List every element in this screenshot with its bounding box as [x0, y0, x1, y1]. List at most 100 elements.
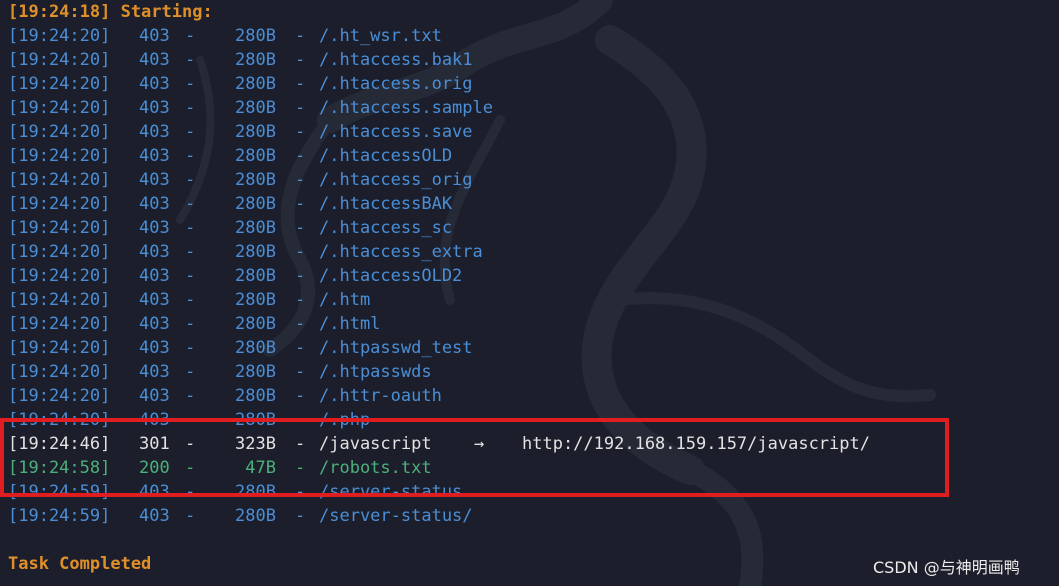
row-size: 280B — [235, 26, 276, 46]
row-separator: - — [295, 506, 306, 526]
row-size: 280B — [235, 98, 276, 118]
row-timestamp: [19:24:20] — [8, 74, 111, 94]
row-separator: - — [295, 410, 306, 430]
row-size: 280B — [235, 266, 276, 286]
row-status-code: 403 — [139, 338, 170, 358]
row-path: /.htm — [319, 290, 371, 310]
row-dash: - — [185, 122, 196, 142]
row-timestamp: [19:24:20] — [8, 194, 111, 214]
row-separator: - — [295, 458, 306, 478]
redirect-arrow-icon: → — [474, 434, 485, 454]
row-timestamp: [19:24:59] — [8, 482, 111, 502]
row-dash: - — [185, 266, 196, 286]
row-dash: - — [185, 434, 196, 454]
row-dash: - — [185, 290, 196, 310]
row-dash: - — [185, 50, 196, 70]
row-separator: - — [295, 266, 306, 286]
row-path: /.htaccess.save — [319, 122, 473, 142]
row-timestamp: [19:24:20] — [8, 314, 111, 334]
row-separator: - — [295, 98, 306, 118]
row-path: /.htaccess.orig — [319, 74, 473, 94]
row-size: 280B — [235, 314, 276, 334]
row-separator: - — [295, 314, 306, 334]
row-separator: - — [295, 290, 306, 310]
row-dash: - — [185, 458, 196, 478]
row-status-code: 403 — [139, 482, 170, 502]
row-size: 280B — [235, 338, 276, 358]
row-timestamp: [19:24:20] — [8, 386, 111, 406]
row-size: 280B — [235, 362, 276, 382]
row-timestamp: [19:24:20] — [8, 266, 111, 286]
terminal-window[interactable]: [19:24:18] Starting: [19:24:20] 403-280B -… — [0, 0, 1059, 586]
row-timestamp: [19:24:20] — [8, 50, 111, 70]
row-status-code: 403 — [139, 74, 170, 94]
row-dash: - — [185, 482, 196, 502]
row-path: /.htaccess_orig — [319, 170, 473, 190]
task-completed-line: Task Completed — [8, 554, 152, 574]
row-size: 280B — [235, 122, 276, 142]
row-status-code: 403 — [139, 386, 170, 406]
row-timestamp: [19:24:20] — [8, 122, 111, 142]
row-path: /.htpasswds — [319, 362, 432, 382]
row-path: /.htaccessOLD — [319, 146, 453, 166]
row-path: /.php — [319, 410, 371, 430]
start-line: [19:24:18] Starting: — [8, 2, 213, 22]
row-separator: - — [295, 338, 306, 358]
row-status-code: 403 — [139, 122, 170, 142]
row-separator: - — [295, 50, 306, 70]
row-path: /.htaccessBAK — [319, 194, 453, 214]
row-path: /server-status — [319, 482, 463, 502]
row-size: 280B — [235, 410, 276, 430]
row-status-code: 403 — [139, 314, 170, 334]
row-path: /.htaccessOLD2 — [319, 266, 463, 286]
row-separator: - — [295, 26, 306, 46]
row-path: /.htpasswd_test — [319, 338, 473, 358]
row-status-code: 403 — [139, 362, 170, 382]
row-status-code: 403 — [139, 146, 170, 166]
row-path: /.htaccess_sc — [319, 218, 453, 238]
row-status-code: 403 — [139, 290, 170, 310]
row-dash: - — [185, 242, 196, 262]
row-dash: - — [185, 218, 196, 238]
row-separator: - — [295, 482, 306, 502]
row-separator: - — [295, 434, 306, 454]
row-size: 280B — [235, 218, 276, 238]
row-timestamp: [19:24:46] — [8, 434, 111, 454]
row-size: 280B — [235, 146, 276, 166]
row-size: 280B — [235, 386, 276, 406]
row-timestamp: [19:24:20] — [8, 338, 111, 358]
row-size: 280B — [235, 290, 276, 310]
row-separator: - — [295, 122, 306, 142]
row-size: 280B — [235, 482, 276, 502]
row-timestamp: [19:24:20] — [8, 146, 111, 166]
row-timestamp: [19:24:20] — [8, 362, 111, 382]
row-size: 47B — [245, 458, 276, 478]
row-timestamp: [19:24:20] — [8, 218, 111, 238]
row-dash: - — [185, 506, 196, 526]
row-path: /.htaccess.bak1 — [319, 50, 473, 70]
row-status-code: 403 — [139, 26, 170, 46]
row-dash: - — [185, 170, 196, 190]
row-status-code: 403 — [139, 506, 170, 526]
row-separator: - — [295, 74, 306, 94]
row-status-code: 403 — [139, 242, 170, 262]
row-separator: - — [295, 170, 306, 190]
row-dash: - — [185, 338, 196, 358]
row-separator: - — [295, 242, 306, 262]
row-timestamp: [19:24:20] — [8, 242, 111, 262]
row-dash: - — [185, 362, 196, 382]
row-dash: - — [185, 386, 196, 406]
row-separator: - — [295, 218, 306, 238]
redirect-url[interactable]: http://192.168.159.157/javascript/ — [522, 432, 870, 456]
row-timestamp: [19:24:20] — [8, 26, 111, 46]
row-path: /javascript — [319, 434, 432, 454]
row-size: 280B — [235, 74, 276, 94]
row-path: /.htaccess.sample — [319, 98, 493, 118]
row-path: /server-status/ — [319, 506, 473, 526]
row-timestamp: [19:24:20] — [8, 410, 111, 430]
row-status-code: 403 — [139, 50, 170, 70]
row-size: 280B — [235, 506, 276, 526]
row-path: /.htaccess_extra — [319, 242, 483, 262]
row-separator: - — [295, 146, 306, 166]
row-path: /.ht_wsr.txt — [319, 26, 442, 46]
